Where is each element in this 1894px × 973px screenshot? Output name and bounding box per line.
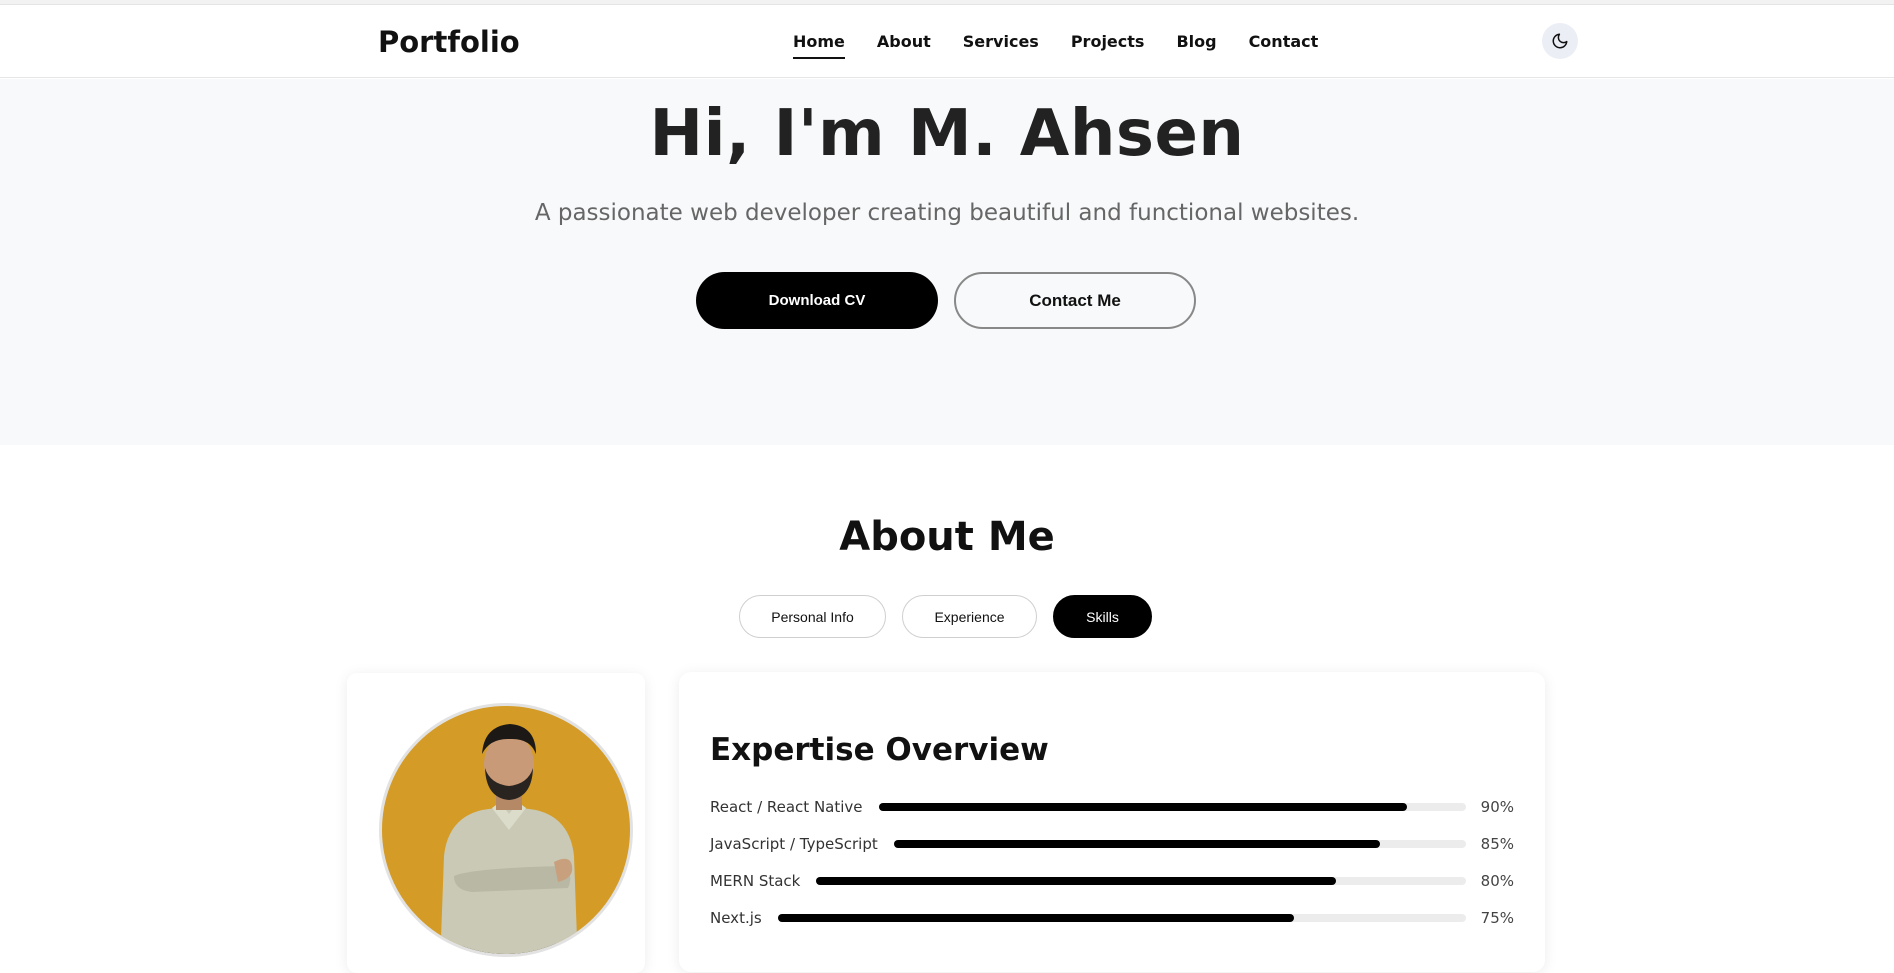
skills-card: Expertise Overview React / React Native …	[679, 672, 1545, 972]
skill-progress-fill	[777, 914, 1294, 922]
moon-icon	[1552, 33, 1568, 49]
skill-row: React / React Native 90%	[710, 795, 1514, 819]
nav-item-about[interactable]: About	[877, 32, 931, 59]
skill-progress-track	[777, 914, 1466, 922]
site-logo[interactable]: Portfolio	[378, 25, 520, 59]
skill-name: Next.js	[710, 909, 762, 927]
download-cv-button[interactable]: Download CV	[696, 272, 938, 329]
hero-title: Hi, I'm M. Ahsen	[649, 97, 1245, 171]
skill-progress-track	[893, 840, 1466, 848]
about-title: About Me	[839, 514, 1055, 560]
nav-item-contact[interactable]: Contact	[1249, 32, 1319, 59]
nav-item-services[interactable]: Services	[963, 32, 1039, 59]
profile-card	[347, 673, 645, 973]
nav-item-blog[interactable]: Blog	[1176, 32, 1216, 59]
tab-experience[interactable]: Experience	[902, 595, 1037, 638]
nav-item-home[interactable]: Home	[793, 32, 845, 59]
skill-percent: 80%	[1480, 872, 1514, 890]
nav-item-projects[interactable]: Projects	[1071, 32, 1145, 59]
skill-name: MERN Stack	[710, 872, 801, 890]
skill-name: JavaScript / TypeScript	[710, 835, 878, 853]
skill-percent: 75%	[1480, 909, 1514, 927]
contact-me-button[interactable]: Contact Me	[954, 272, 1196, 329]
skill-row: MERN Stack 80%	[710, 869, 1514, 893]
about-tabs: Personal Info Experience Skills	[739, 595, 1152, 638]
skill-progress-fill	[816, 877, 1337, 885]
theme-toggle-button[interactable]	[1542, 23, 1578, 59]
skill-row: JavaScript / TypeScript 85%	[710, 832, 1514, 856]
skill-progress-track	[878, 803, 1466, 811]
hero-subtitle: A passionate web developer creating beau…	[534, 200, 1360, 226]
skills-heading: Expertise Overview	[710, 732, 1049, 768]
main-nav: Home About Services Projects Blog Contac…	[793, 32, 1318, 59]
tab-skills[interactable]: Skills	[1053, 595, 1152, 638]
avatar	[379, 703, 633, 957]
skill-name: React / React Native	[710, 798, 863, 816]
person-photo-icon	[440, 724, 578, 954]
skill-percent: 90%	[1480, 798, 1514, 816]
skill-progress-fill	[893, 840, 1381, 848]
site-header: Portfolio Home About Services Projects B…	[0, 5, 1894, 78]
skill-row: Next.js 75%	[710, 906, 1514, 930]
tab-personal-info[interactable]: Personal Info	[739, 595, 886, 638]
skill-percent: 85%	[1480, 835, 1514, 853]
skill-progress-fill	[878, 803, 1408, 811]
skill-progress-track	[816, 877, 1466, 885]
hero-section: Hi, I'm M. Ahsen A passionate web develo…	[0, 79, 1894, 445]
